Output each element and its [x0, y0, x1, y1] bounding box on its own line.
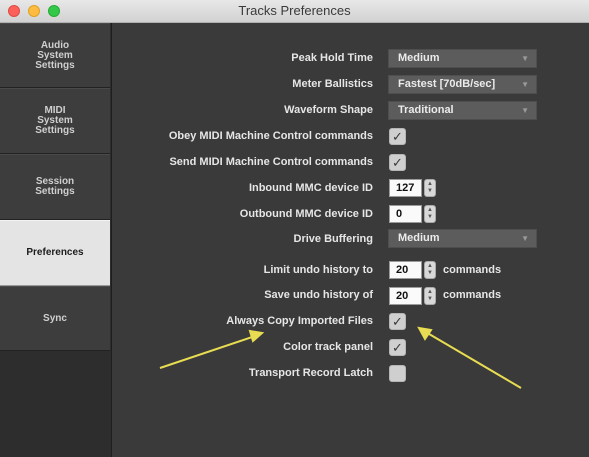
tab-label: Audio System Settings	[35, 39, 75, 71]
inbound-mmc-stepper[interactable]: ▲ ▼	[424, 179, 436, 197]
inbound-mmc-field[interactable]: 127	[389, 179, 422, 197]
save-undo-label: Save undo history of	[264, 289, 373, 301]
tab-label: Sync	[43, 312, 67, 324]
select-value: Fastest [70dB/sec]	[398, 78, 496, 90]
stepper-down-icon: ▼	[427, 214, 433, 220]
outbound-mmc-stepper[interactable]: ▲ ▼	[424, 205, 436, 223]
stepper-up-icon: ▲	[427, 263, 433, 269]
stepper-down-icon: ▼	[427, 270, 433, 276]
limit-undo-stepper[interactable]: ▲ ▼	[424, 261, 436, 279]
checkmark-icon: ✓	[392, 155, 403, 170]
save-undo-stepper[interactable]: ▲ ▼	[424, 287, 436, 305]
peak-hold-time-select[interactable]: Medium ▼	[388, 49, 537, 68]
color-track-panel-checkbox[interactable]: ✓	[389, 339, 406, 356]
meter-ballistics-select[interactable]: Fastest [70dB/sec] ▼	[388, 75, 537, 94]
inbound-mmc-label: Inbound MMC device ID	[248, 182, 373, 194]
tab-label: Preferences	[26, 247, 84, 258]
stepper-down-icon: ▼	[427, 296, 433, 302]
tab-label: Session Settings	[35, 176, 75, 197]
obey-mmc-checkbox[interactable]: ✓	[389, 128, 406, 145]
limit-undo-label: Limit undo history to	[263, 264, 373, 276]
always-copy-checkbox[interactable]: ✓	[389, 313, 406, 330]
drive-buffering-label: Drive Buffering	[293, 233, 373, 245]
meter-ballistics-label: Meter Ballistics	[292, 78, 373, 90]
outbound-mmc-field[interactable]: 0	[389, 205, 422, 223]
transport-record-latch-checkbox[interactable]	[389, 365, 406, 382]
send-mmc-label: Send MIDI Machine Control commands	[169, 156, 373, 168]
checkmark-icon: ✓	[392, 314, 403, 329]
peak-hold-time-label: Peak Hold Time	[291, 52, 373, 64]
select-value: Medium	[398, 232, 440, 244]
limit-undo-field[interactable]: 20	[389, 261, 422, 279]
checkmark-icon: ✓	[392, 340, 403, 355]
chevron-down-icon: ▼	[521, 234, 529, 243]
save-undo-field[interactable]: 20	[389, 287, 422, 305]
stepper-down-icon: ▼	[427, 188, 433, 194]
tab-audio-system-settings[interactable]: Audio System Settings	[0, 23, 110, 88]
save-undo-suffix: commands	[443, 289, 502, 301]
chevron-down-icon: ▼	[521, 80, 529, 89]
always-copy-label: Always Copy Imported Files	[226, 315, 373, 327]
preferences-panel: Peak Hold Time Medium ▼ Meter Ballistics …	[112, 23, 589, 457]
tab-midi-system-settings[interactable]: MIDI System Settings	[0, 88, 110, 154]
obey-mmc-label: Obey MIDI Machine Control commands	[168, 130, 373, 142]
drive-buffering-select[interactable]: Medium ▼	[388, 229, 537, 248]
checkmark-icon: ✓	[392, 129, 403, 144]
select-value: Traditional	[398, 104, 454, 116]
chevron-down-icon: ▼	[521, 54, 529, 63]
send-mmc-checkbox[interactable]: ✓	[389, 154, 406, 171]
tab-sync[interactable]: Sync	[0, 286, 110, 351]
color-track-panel-label: Color track panel	[283, 341, 373, 353]
outbound-mmc-label: Outbound MMC device ID	[239, 208, 373, 220]
waveform-shape-select[interactable]: Traditional ▼	[388, 101, 537, 120]
window-title: Tracks Preferences	[238, 3, 351, 18]
waveform-shape-label: Waveform Shape	[284, 104, 373, 116]
stepper-up-icon: ▲	[427, 181, 433, 187]
title-bar: Tracks Preferences	[0, 0, 589, 23]
preferences-sidebar: Audio System Settings MIDI System Settin…	[0, 23, 112, 457]
stepper-up-icon: ▲	[427, 289, 433, 295]
tab-label: MIDI System Settings	[35, 105, 75, 136]
select-value: Medium	[398, 52, 440, 64]
chevron-down-icon: ▼	[521, 106, 529, 115]
limit-undo-suffix: commands	[443, 264, 502, 276]
stepper-up-icon: ▲	[427, 207, 433, 213]
transport-record-latch-label: Transport Record Latch	[248, 367, 373, 379]
tab-session-settings[interactable]: Session Settings	[0, 154, 110, 220]
tab-preferences[interactable]: Preferences	[0, 220, 110, 286]
